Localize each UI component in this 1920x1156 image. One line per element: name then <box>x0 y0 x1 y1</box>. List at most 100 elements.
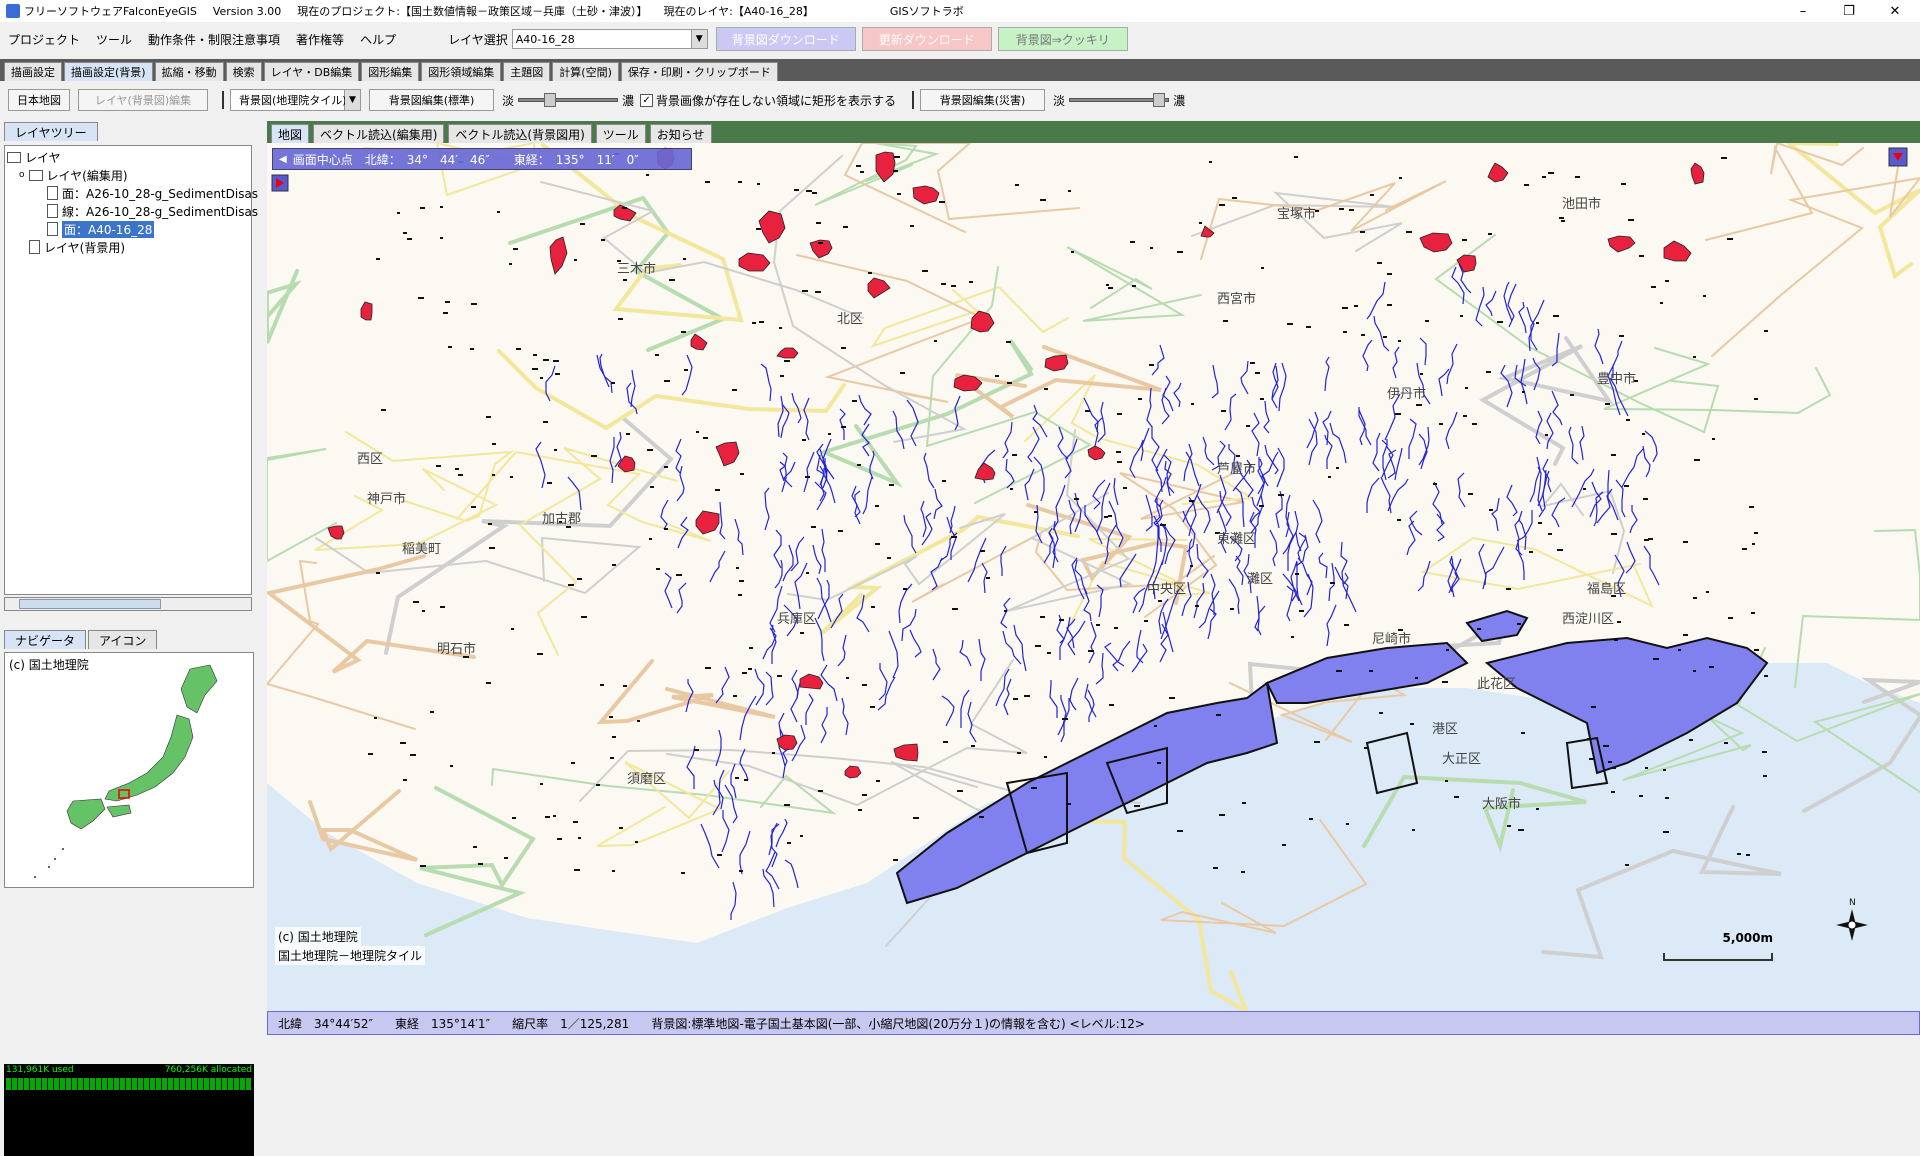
show-rect-checkbox[interactable]: ✓ <box>640 93 654 107</box>
place-label: 北区 <box>837 312 863 327</box>
tab-vector-load-bg[interactable]: ベクトル読込(背景図用) <box>448 124 592 143</box>
river-line <box>794 562 808 610</box>
tab-layer-db-edit[interactable]: レイヤ・DB編集 <box>263 62 360 81</box>
sediment-area <box>1607 235 1636 253</box>
point-mark <box>471 506 476 508</box>
bg-edit-standard-button[interactable]: 背景図編集(標準) <box>369 89 494 111</box>
tree-node-edit-layer[interactable]: o レイヤ(編集用) <box>19 166 128 184</box>
tab-notices[interactable]: お知らせ <box>649 124 712 143</box>
tab-search[interactable]: 検索 <box>225 62 262 81</box>
point-mark <box>841 347 846 349</box>
place-label: 東灘区 <box>1217 531 1256 547</box>
tab-draw-settings-bg[interactable]: 描画設定(背景) <box>64 62 153 81</box>
update-download-button[interactable]: 更新ダウンロード <box>861 27 992 51</box>
point-mark <box>1149 364 1154 366</box>
left-arrow-icon[interactable]: ◀ <box>279 154 287 165</box>
point-mark <box>540 783 543 785</box>
bg-select-combo[interactable]: 背景図(地理院タイル) <box>230 89 347 111</box>
tab-zoom-move[interactable]: 拡縮・移動 <box>154 62 224 81</box>
tab-map[interactable]: 地図 <box>271 124 310 143</box>
menu-copyright[interactable]: 著作権等 <box>288 31 352 48</box>
expand-icon[interactable]: o <box>19 170 25 180</box>
maximize-button[interactable]: ❐ <box>1826 0 1872 22</box>
river-line <box>1069 677 1079 711</box>
point-mark <box>1665 280 1669 282</box>
road-line <box>1066 246 1202 322</box>
tab-shape-edit[interactable]: 図形編集 <box>361 62 420 81</box>
tab-thematic[interactable]: 主題図 <box>503 62 551 81</box>
point-mark <box>1116 451 1121 453</box>
menu-project[interactable]: プロジェクト <box>0 31 88 48</box>
scroll-thumb[interactable] <box>19 599 161 609</box>
tree-node-a40[interactable]: 面：A40-16_28 <box>47 220 155 238</box>
point-mark <box>516 348 521 350</box>
bg-edit-disaster-button[interactable]: 背景図編集(災害) <box>920 89 1046 111</box>
minimize-button[interactable]: – <box>1780 0 1826 22</box>
layer-select-dropdown-icon[interactable]: ▼ <box>691 29 708 49</box>
tree-node-sediment-area[interactable]: 面：A26-10_28-g_SedimentDisas <box>47 184 258 202</box>
point-mark <box>578 837 581 839</box>
tab-save-print[interactable]: 保存・印刷・クリップボード <box>620 62 778 81</box>
tab-draw-settings[interactable]: 描画設定 <box>4 62 62 81</box>
japan-map-button[interactable]: 日本地図 <box>8 89 70 111</box>
title-bar: フリーソフトウェアFalconEyeGIS Version 3.00 現在のプロ… <box>0 0 1920 22</box>
tree-node-root[interactable]: レイヤ <box>7 148 61 166</box>
slider-thumb[interactable] <box>544 93 557 107</box>
light-label: 淡 <box>502 93 515 108</box>
dark-label-2: 濃 <box>1173 93 1186 108</box>
opacity-slider[interactable] <box>518 93 619 107</box>
point-mark <box>1548 533 1552 535</box>
place-label: 芦屋市 <box>1217 461 1256 477</box>
tab-icon[interactable]: アイコン <box>88 630 158 649</box>
river-line <box>1269 529 1278 567</box>
point-mark <box>1130 241 1135 243</box>
tab-navigator[interactable]: ナビゲータ <box>4 630 87 649</box>
point-mark <box>1354 305 1358 307</box>
map-canvas[interactable]: 三木市 北区 西区 神戸市 稲美町 加古郡 明石市 伊丹市 尼崎市 池田市 大阪市 西淀川区 此花区 港区… <box>267 143 1920 1011</box>
close-button[interactable]: ✕ <box>1872 0 1918 22</box>
status-bar: 北緯 34°44′52″ 東経 135°14′1″ 縮尺率 1／125,281 … <box>267 1011 1920 1035</box>
tree-node-bg-layer[interactable]: レイヤ(背景用) <box>29 238 125 256</box>
tree-node-sediment-line[interactable]: 線：A26-10_28-g_SedimentDisas <box>47 202 258 220</box>
point-mark <box>1230 608 1234 610</box>
river-line <box>730 763 737 799</box>
layer-select[interactable]: A40-16_28 <box>511 29 692 49</box>
point-mark <box>735 777 739 779</box>
layer-bg-edit-button[interactable]: レイヤ(背景図)編集 <box>78 89 208 111</box>
sediment-area <box>867 277 891 299</box>
tree-hscrollbar[interactable] <box>4 597 252 611</box>
point-mark <box>777 675 782 677</box>
bg-select-dropdown-icon[interactable]: ▼ <box>345 89 361 111</box>
bg-download-button[interactable]: 背景図ダウンロード <box>715 27 856 51</box>
tab-layer-tree[interactable]: レイヤツリー <box>4 122 98 141</box>
menu-conditions[interactable]: 動作条件・制限注意事項 <box>140 31 288 48</box>
tab-vector-load-edit[interactable]: ベクトル読込(編集用) <box>313 124 445 143</box>
map-svg[interactable]: 三木市北区西区神戸市稲美町 加古郡明石市 伊丹市尼崎市 池田市大阪市 西淀川区此花区港区… <box>267 143 1920 1011</box>
tab-map-tools[interactable]: ツール <box>595 124 646 143</box>
menu-help[interactable]: ヘルプ <box>352 31 404 48</box>
point-mark <box>1762 751 1767 753</box>
slider-thumb[interactable] <box>1152 93 1165 107</box>
point-mark <box>512 817 516 819</box>
point-mark <box>893 170 898 172</box>
point-mark <box>626 433 630 435</box>
point-mark <box>635 841 638 843</box>
point-mark <box>436 465 441 467</box>
river-line <box>791 392 802 424</box>
point-mark <box>1223 320 1228 322</box>
point-mark <box>376 258 380 260</box>
tab-spatial-calc[interactable]: 計算(空間) <box>552 62 619 81</box>
point-mark <box>1728 617 1733 619</box>
point-mark <box>1177 830 1183 832</box>
bg-sharpen-button[interactable]: 背景図⇒クッキリ <box>997 27 1128 51</box>
river-line <box>1151 344 1165 376</box>
river-line <box>821 528 826 572</box>
point-mark <box>752 322 756 324</box>
menu-tools[interactable]: ツール <box>88 31 140 48</box>
tab-shape-area-edit[interactable]: 図形領域編集 <box>421 62 502 81</box>
point-mark <box>779 327 782 329</box>
river-line <box>762 868 775 908</box>
point-mark <box>1425 320 1429 322</box>
navigator-panel[interactable]: (c) 国土地理院 <box>4 652 254 888</box>
opacity-slider-2[interactable] <box>1069 93 1170 107</box>
